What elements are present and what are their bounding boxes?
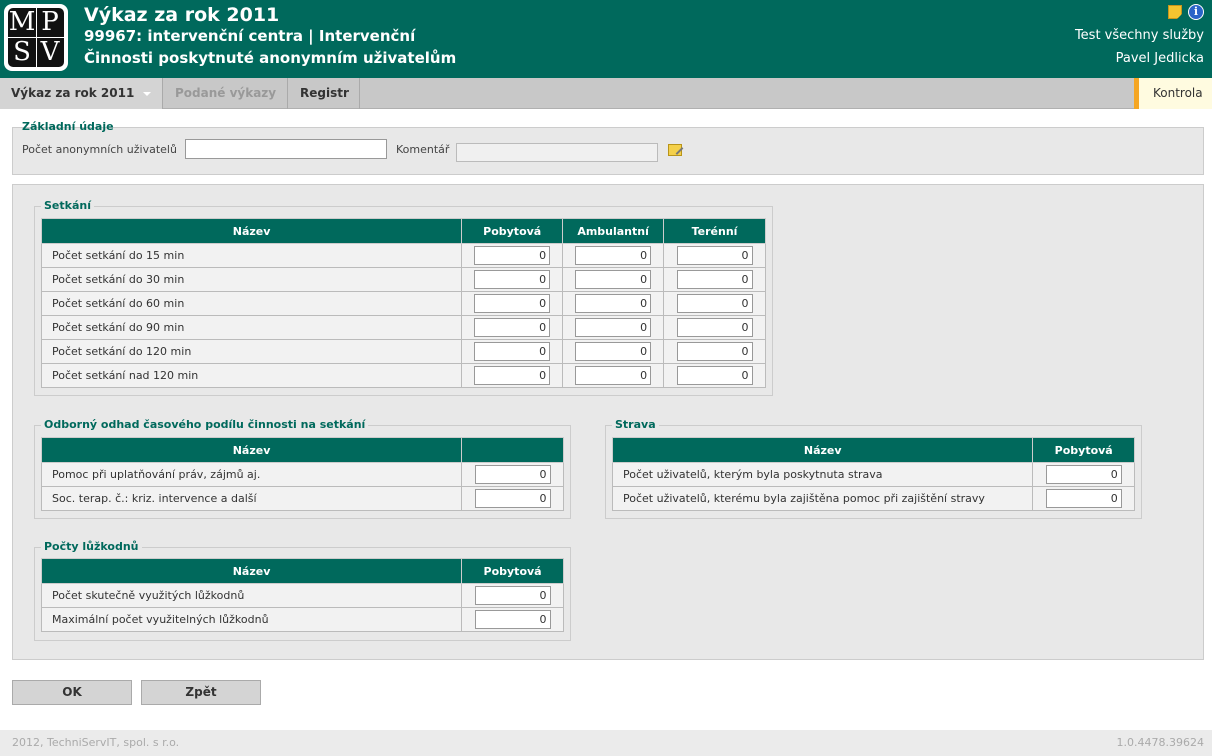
row-label: Počet setkání do 90 min bbox=[40, 315, 463, 340]
info-icon[interactable]: i bbox=[1188, 4, 1204, 20]
row-label: Pomoc při uplatňování práv, zájmů aj. bbox=[40, 462, 463, 487]
terenni-input[interactable] bbox=[676, 366, 753, 385]
section-subtitle: Činnosti poskytnuté anonymním uživatelům bbox=[84, 49, 457, 67]
pobytova-input[interactable] bbox=[474, 294, 551, 313]
table-row: Počet setkání do 30 min bbox=[40, 267, 766, 292]
table-row: Maximální počet využitelných lůžkodnů bbox=[40, 607, 564, 632]
service-subtitle: 99967: intervenční centra | Intervenční bbox=[84, 27, 416, 45]
anon-users-label: Počet anonymních uživatelů bbox=[22, 143, 177, 156]
ambulantni-input[interactable] bbox=[575, 366, 652, 385]
col-nazev: Název bbox=[40, 558, 463, 584]
version: 1.0.4478.39624 bbox=[1116, 736, 1204, 749]
col-pobytova: Pobytová bbox=[1032, 437, 1135, 463]
terenni-input[interactable] bbox=[676, 342, 753, 361]
pobytova-input[interactable] bbox=[474, 270, 551, 289]
app-header: M P S V Výkaz za rok 2011 99967: interve… bbox=[0, 0, 1212, 78]
table-row: Počet skutečně využitých lůžkodnů bbox=[40, 583, 564, 608]
luzka-input[interactable] bbox=[474, 586, 551, 605]
tab-label: Výkaz za rok 2011 bbox=[11, 86, 135, 100]
col-nazev: Název bbox=[40, 437, 463, 463]
table-row: Počet uživatelů, kterému byla zajištěna … bbox=[611, 486, 1135, 511]
setkani-table: Název Pobytová Ambulantní Terénní Počet … bbox=[40, 218, 766, 388]
col-pobytova: Pobytová bbox=[461, 558, 564, 584]
col-nazev: Název bbox=[611, 437, 1034, 463]
col-pobytova: Pobytová bbox=[461, 218, 564, 244]
legend-zakladni-udaje: Základní údaje bbox=[22, 120, 114, 133]
logo-letter: M bbox=[8, 7, 36, 37]
ambulantni-input[interactable] bbox=[575, 270, 652, 289]
terenni-input[interactable] bbox=[676, 246, 753, 265]
odhad-input[interactable] bbox=[474, 465, 551, 484]
row-label: Počet setkání nad 120 min bbox=[40, 363, 463, 388]
luzka-table: Název Pobytová Počet skutečně využitých … bbox=[40, 558, 564, 632]
luzka-input[interactable] bbox=[474, 610, 551, 629]
pobytova-input[interactable] bbox=[474, 366, 551, 385]
pobytova-input[interactable] bbox=[474, 342, 551, 361]
row-label: Počet setkání do 30 min bbox=[40, 267, 463, 292]
comment-input[interactable] bbox=[456, 143, 658, 162]
ok-button[interactable]: OK bbox=[12, 680, 132, 705]
table-row: Počet setkání do 90 min bbox=[40, 315, 766, 340]
footer: 2012, TechniServIT, spol. s r.o. 1.0.447… bbox=[0, 730, 1212, 756]
anon-users-input[interactable] bbox=[185, 139, 387, 159]
mpsv-logo: M P S V bbox=[4, 4, 68, 71]
legend-luzka: Počty lůžkodnů bbox=[41, 540, 142, 554]
row-label: Počet skutečně využitých lůžkodnů bbox=[40, 583, 463, 608]
user-name: Pavel Jedlicka bbox=[1115, 51, 1204, 66]
service-name: Test všechny služby bbox=[1074, 28, 1204, 43]
table-row: Počet setkání do 15 min bbox=[40, 243, 766, 268]
row-label: Počet setkání do 120 min bbox=[40, 339, 463, 364]
logo-letter: V bbox=[40, 37, 60, 67]
terenni-input[interactable] bbox=[676, 294, 753, 313]
copyright: 2012, TechniServIT, spol. s r.o. bbox=[12, 736, 180, 749]
ambulantni-input[interactable] bbox=[575, 294, 652, 313]
note-icon[interactable] bbox=[1168, 5, 1182, 19]
row-label: Maximální počet využitelných lůžkodnů bbox=[40, 607, 463, 632]
col-terenni: Terénní bbox=[663, 218, 766, 244]
edit-comment-icon[interactable] bbox=[668, 144, 682, 156]
row-label: Počet setkání do 15 min bbox=[40, 243, 463, 268]
page-title: Výkaz za rok 2011 bbox=[84, 4, 280, 26]
table-row: Počet setkání nad 120 min bbox=[40, 363, 766, 388]
row-label: Počet setkání do 60 min bbox=[40, 291, 463, 316]
main-nav: Výkaz za rok 2011 Podané výkazy Registr bbox=[0, 78, 1212, 109]
row-label: Soc. terap. č.: kriz. intervence a další bbox=[40, 486, 463, 511]
terenni-input[interactable] bbox=[676, 318, 753, 337]
ambulantni-input[interactable] bbox=[575, 246, 652, 265]
col-nazev: Název bbox=[40, 218, 463, 244]
kontrola-button[interactable]: Kontrola bbox=[1134, 78, 1212, 109]
table-row: Počet setkání do 120 min bbox=[40, 339, 766, 364]
table-row: Počet setkání do 60 min bbox=[40, 291, 766, 316]
terenni-input[interactable] bbox=[676, 270, 753, 289]
row-label: Počet uživatelů, kterým byla poskytnuta … bbox=[611, 462, 1034, 487]
chevron-down-icon bbox=[143, 92, 151, 96]
table-row: Počet uživatelů, kterým byla poskytnuta … bbox=[611, 462, 1135, 487]
odhad-input[interactable] bbox=[474, 489, 551, 508]
col-value bbox=[461, 437, 564, 463]
ambulantni-input[interactable] bbox=[575, 318, 652, 337]
strava-table: Název Pobytová Počet uživatelů, kterým b… bbox=[611, 437, 1135, 511]
tab-registr[interactable]: Registr bbox=[288, 78, 360, 109]
logo-letter: S bbox=[13, 37, 31, 67]
table-row: Soc. terap. č.: kriz. intervence a další bbox=[40, 486, 564, 511]
table-row: Pomoc při uplatňování práv, zájmů aj. bbox=[40, 462, 564, 487]
pobytova-input[interactable] bbox=[474, 318, 551, 337]
row-label: Počet uživatelů, kterému byla zajištěna … bbox=[611, 486, 1034, 511]
legend-odhad: Odborný odhad časového podílu činnosti n… bbox=[41, 418, 369, 432]
tab-podane-vykazy[interactable]: Podané výkazy bbox=[163, 78, 288, 109]
legend-strava: Strava bbox=[612, 418, 659, 432]
pobytova-input[interactable] bbox=[474, 246, 551, 265]
strava-input[interactable] bbox=[1045, 489, 1122, 508]
odhad-table: Název Pomoc při uplatňování práv, zájmů … bbox=[40, 437, 564, 511]
comment-label: Komentář bbox=[396, 143, 450, 156]
col-ambulantni: Ambulantní bbox=[562, 218, 665, 244]
back-button[interactable]: Zpět bbox=[141, 680, 261, 705]
ambulantni-input[interactable] bbox=[575, 342, 652, 361]
strava-input[interactable] bbox=[1045, 465, 1122, 484]
legend-setkani: Setkání bbox=[41, 199, 94, 213]
logo-letter: P bbox=[41, 7, 59, 37]
tab-vykaz[interactable]: Výkaz za rok 2011 bbox=[0, 78, 163, 109]
